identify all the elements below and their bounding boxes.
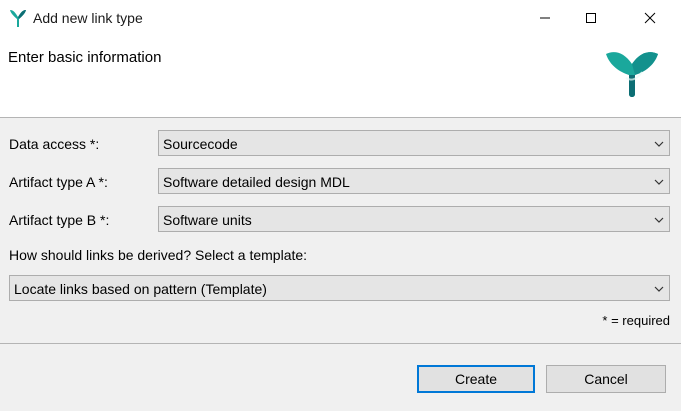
chevron-down-icon — [654, 217, 664, 223]
artifact-type-b-select[interactable]: Software units — [158, 206, 670, 232]
ribbon-logo-icon — [10, 10, 26, 27]
artifact-type-a-label: Artifact type A *: — [9, 174, 108, 190]
title-bar: Add new link type — [0, 0, 681, 36]
artifact-type-b-value: Software units — [163, 212, 252, 228]
dialog-window: Add new link type Enter basic informatio… — [0, 0, 681, 411]
close-button[interactable] — [627, 0, 673, 36]
template-value: Locate links based on pattern (Template) — [14, 281, 267, 297]
create-button[interactable]: Create — [417, 365, 535, 393]
chevron-down-icon — [654, 286, 664, 292]
artifact-type-b-label: Artifact type B *: — [9, 212, 110, 228]
artifact-type-a-select[interactable]: Software detailed design MDL — [158, 168, 670, 194]
brand-logo-icon — [606, 52, 658, 97]
cancel-button[interactable]: Cancel — [546, 365, 666, 393]
data-access-value: Sourcecode — [163, 136, 238, 152]
maximize-button[interactable] — [568, 0, 614, 36]
footer-divider — [0, 343, 681, 344]
close-icon — [644, 12, 656, 24]
chevron-down-icon — [654, 141, 664, 147]
derive-prompt-label: How should links be derived? Select a te… — [9, 247, 308, 263]
maximize-icon — [586, 13, 596, 23]
minimize-button[interactable] — [522, 0, 568, 36]
data-access-select[interactable]: Sourcecode — [158, 130, 670, 156]
data-access-label: Data access *: — [9, 136, 100, 152]
window-title: Add new link type — [33, 10, 143, 26]
required-note: * = required — [602, 313, 670, 328]
dialog-header: Enter basic information — [0, 36, 681, 118]
artifact-type-a-value: Software detailed design MDL — [163, 174, 350, 190]
page-title: Enter basic information — [8, 49, 162, 66]
template-select[interactable]: Locate links based on pattern (Template) — [9, 275, 670, 301]
chevron-down-icon — [654, 179, 664, 185]
minimize-icon — [540, 17, 550, 19]
